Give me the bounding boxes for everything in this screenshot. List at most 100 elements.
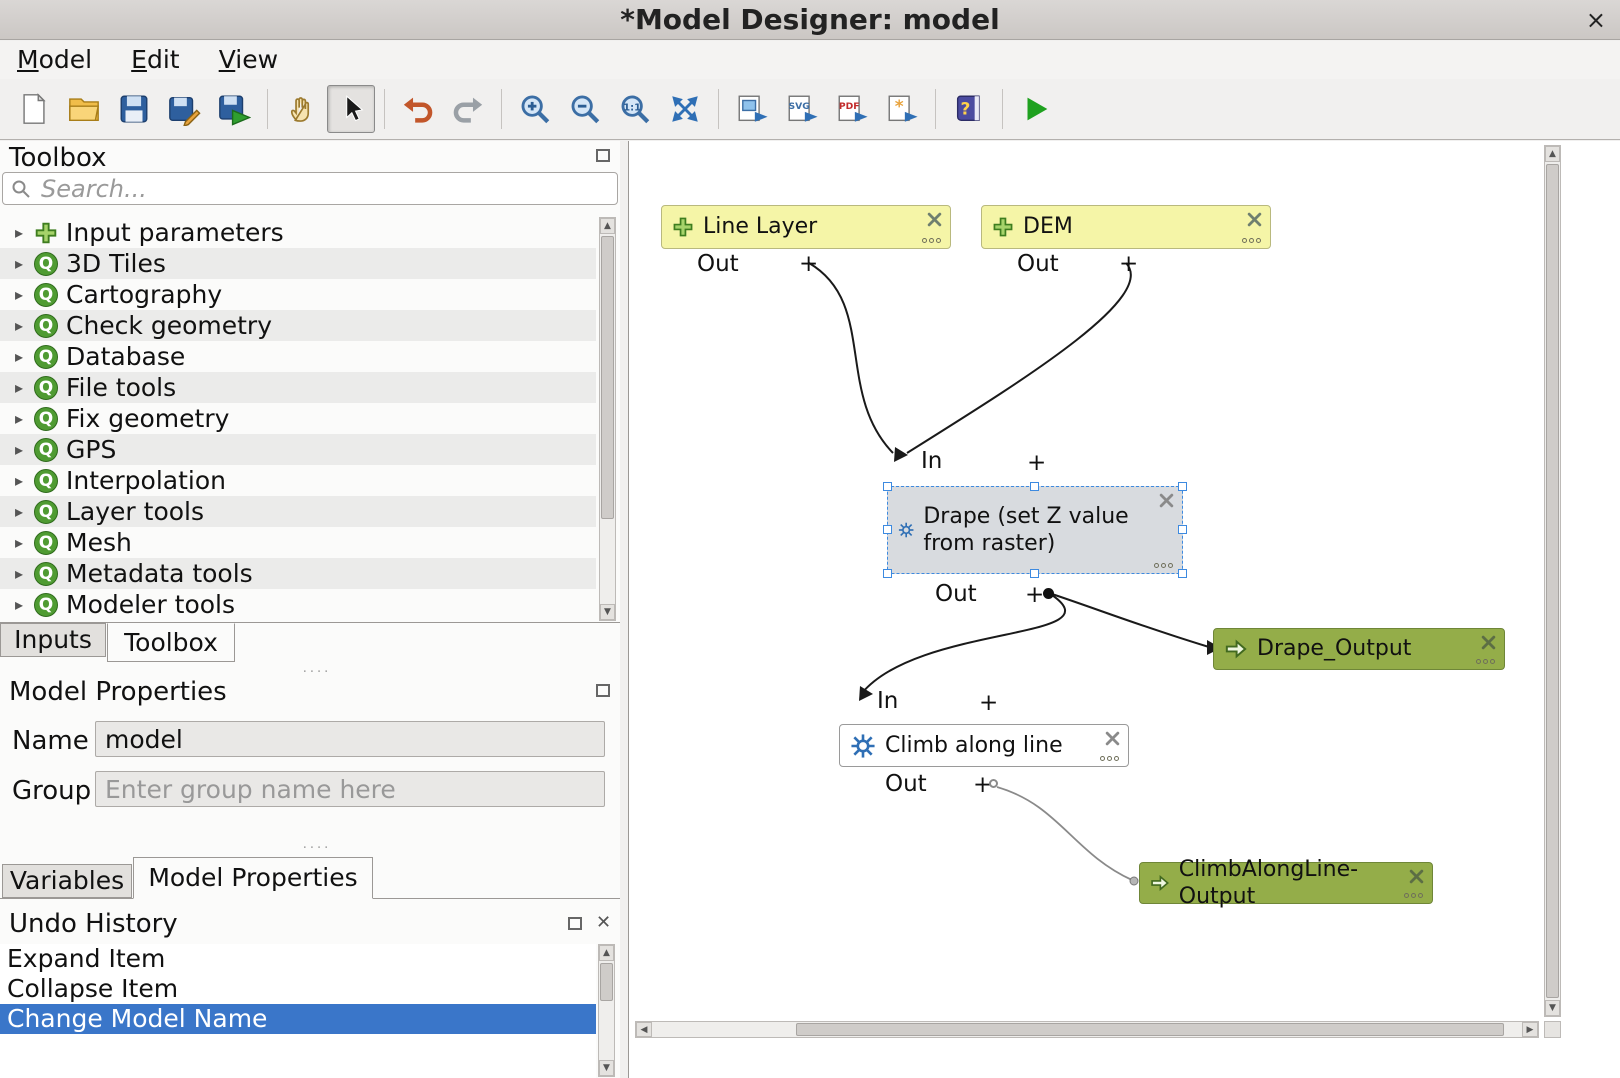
selection-handle[interactable] xyxy=(883,569,892,578)
run-model-button[interactable] xyxy=(1012,85,1060,133)
delete-node-icon[interactable] xyxy=(1105,731,1120,746)
expand-arrow-icon[interactable] xyxy=(6,564,32,583)
expand-arrow-icon[interactable] xyxy=(6,595,32,614)
port-expand-plus[interactable]: + xyxy=(1119,251,1138,277)
scroll-down-icon[interactable] xyxy=(600,604,615,620)
export-as-script-button[interactable]: * xyxy=(878,85,926,133)
comment-dots-icon[interactable] xyxy=(1100,756,1119,761)
pan-tool-button[interactable] xyxy=(277,85,325,133)
port-expand-plus[interactable]: + xyxy=(799,251,818,277)
expand-arrow-icon[interactable] xyxy=(6,347,32,366)
port-expand-plus[interactable]: + xyxy=(1025,582,1044,608)
canvas-horizontal-scrollbar[interactable] xyxy=(635,1021,1539,1038)
delete-node-icon[interactable] xyxy=(1159,493,1174,508)
expand-arrow-icon[interactable] xyxy=(6,285,32,304)
expand-arrow-icon[interactable] xyxy=(6,254,32,273)
export-as-image-button[interactable] xyxy=(728,85,776,133)
expand-arrow-icon[interactable] xyxy=(6,440,32,459)
model-group-field[interactable] xyxy=(95,771,605,807)
menu-edit[interactable]: Edit xyxy=(114,41,196,79)
zoom-in-button[interactable] xyxy=(511,85,559,133)
scroll-up-icon[interactable] xyxy=(1545,146,1560,162)
scrollbar-thumb[interactable] xyxy=(601,236,614,519)
toolbox-item-file-tools[interactable]: File tools xyxy=(0,372,596,403)
model-name-field[interactable] xyxy=(95,721,605,757)
scroll-down-icon[interactable] xyxy=(1545,1000,1560,1016)
export-as-svg-button[interactable]: SVG xyxy=(778,85,826,133)
scroll-left-icon[interactable] xyxy=(636,1022,652,1037)
export-as-pdf-button[interactable]: PDF xyxy=(828,85,876,133)
expand-arrow-icon[interactable] xyxy=(6,409,32,428)
open-model-button[interactable] xyxy=(60,85,108,133)
toolbox-item-mesh[interactable]: Mesh xyxy=(0,527,596,558)
selection-handle[interactable] xyxy=(883,482,892,491)
node-drape-output[interactable]: Drape_Output xyxy=(1213,628,1505,670)
selection-handle[interactable] xyxy=(1178,569,1187,578)
new-model-button[interactable] xyxy=(10,85,58,133)
toolbox-item-metadata-tools[interactable]: Metadata tools xyxy=(0,558,596,589)
undo-item-collapse[interactable]: Collapse Item xyxy=(0,974,596,1004)
expand-arrow-icon[interactable] xyxy=(6,471,32,490)
selection-handle[interactable] xyxy=(1030,482,1039,491)
node-dem[interactable]: DEM xyxy=(981,205,1271,249)
expand-arrow-icon[interactable] xyxy=(6,502,32,521)
comment-dots-icon[interactable] xyxy=(1404,893,1423,898)
undo-item-change-model-name[interactable]: Change Model Name xyxy=(0,1004,596,1034)
delete-node-icon[interactable] xyxy=(1247,212,1262,227)
title-bar[interactable]: *Model Designer: model × xyxy=(0,0,1620,40)
expand-arrow-icon[interactable] xyxy=(6,316,32,335)
selection-handle[interactable] xyxy=(1178,482,1187,491)
save-model-button[interactable] xyxy=(110,85,158,133)
model-canvas[interactable]: Line Layer Out + DEM Out + In + Drape (s… xyxy=(628,141,1620,1078)
toolbox-item-interpolation[interactable]: Interpolation xyxy=(0,465,596,496)
node-drape[interactable]: Drape (set Z value from raster) xyxy=(887,486,1183,574)
toolbox-item-cartography[interactable]: Cartography xyxy=(0,279,596,310)
scroll-right-icon[interactable] xyxy=(1522,1022,1538,1037)
panel-splitter-handle[interactable]: ···· xyxy=(295,841,339,856)
expand-arrow-icon[interactable] xyxy=(6,223,32,242)
toolbox-scrollbar[interactable] xyxy=(599,217,616,621)
node-climbalongline-output[interactable]: ClimbAlongLine-Output xyxy=(1139,862,1433,904)
port-expand-plus[interactable]: + xyxy=(979,690,998,716)
toolbox-item-3d-tiles[interactable]: 3D Tiles xyxy=(0,248,596,279)
menu-view[interactable]: View xyxy=(202,41,295,79)
delete-node-icon[interactable] xyxy=(1409,869,1424,884)
undo-history-float-icon[interactable] xyxy=(568,917,582,930)
toolbox-float-icon[interactable] xyxy=(596,149,610,162)
expand-arrow-icon[interactable] xyxy=(6,533,32,552)
scroll-up-icon[interactable] xyxy=(600,218,615,234)
selection-handle[interactable] xyxy=(1178,525,1187,534)
tab-model-properties[interactable]: Model Properties xyxy=(133,857,373,899)
scrollbar-thumb[interactable] xyxy=(600,963,613,1001)
select-tool-button[interactable] xyxy=(327,85,375,133)
output-socket[interactable] xyxy=(989,779,998,788)
undo-item-expand[interactable]: Expand Item xyxy=(0,944,596,974)
selection-handle[interactable] xyxy=(1030,569,1039,578)
zoom-actual-size-button[interactable]: 1:1 xyxy=(611,85,659,133)
comment-dots-icon[interactable] xyxy=(1154,563,1173,568)
model-properties-float-icon[interactable] xyxy=(596,684,610,697)
delete-node-icon[interactable] xyxy=(1481,635,1496,650)
selection-handle[interactable] xyxy=(883,525,892,534)
search-input[interactable] xyxy=(2,172,618,205)
toolbox-item-database[interactable]: Database xyxy=(0,341,596,372)
scrollbar-thumb[interactable] xyxy=(796,1023,1504,1036)
comment-dots-icon[interactable] xyxy=(1476,659,1495,664)
comment-dots-icon[interactable] xyxy=(922,238,941,243)
toolbox-item-modeler-tools[interactable]: Modeler tools xyxy=(0,589,596,620)
node-line-layer[interactable]: Line Layer xyxy=(661,205,951,249)
output-socket[interactable] xyxy=(1043,588,1054,599)
scroll-up-icon[interactable] xyxy=(599,945,614,961)
port-expand-plus[interactable]: + xyxy=(1027,450,1046,476)
undo-button[interactable] xyxy=(394,85,442,133)
edit-model-help-button[interactable]: ? xyxy=(945,85,993,133)
zoom-full-button[interactable] xyxy=(661,85,709,133)
canvas-vertical-scrollbar[interactable] xyxy=(1544,145,1561,1017)
toolbox-item-check-geometry[interactable]: Check geometry xyxy=(0,310,596,341)
redo-button[interactable] xyxy=(444,85,492,133)
save-model-as-button[interactable] xyxy=(160,85,208,133)
comment-dots-icon[interactable] xyxy=(1242,238,1261,243)
delete-node-icon[interactable] xyxy=(927,212,942,227)
toolbox-item-fix-geometry[interactable]: Fix geometry xyxy=(0,403,596,434)
toolbox-item-input-parameters[interactable]: Input parameters xyxy=(0,217,596,248)
